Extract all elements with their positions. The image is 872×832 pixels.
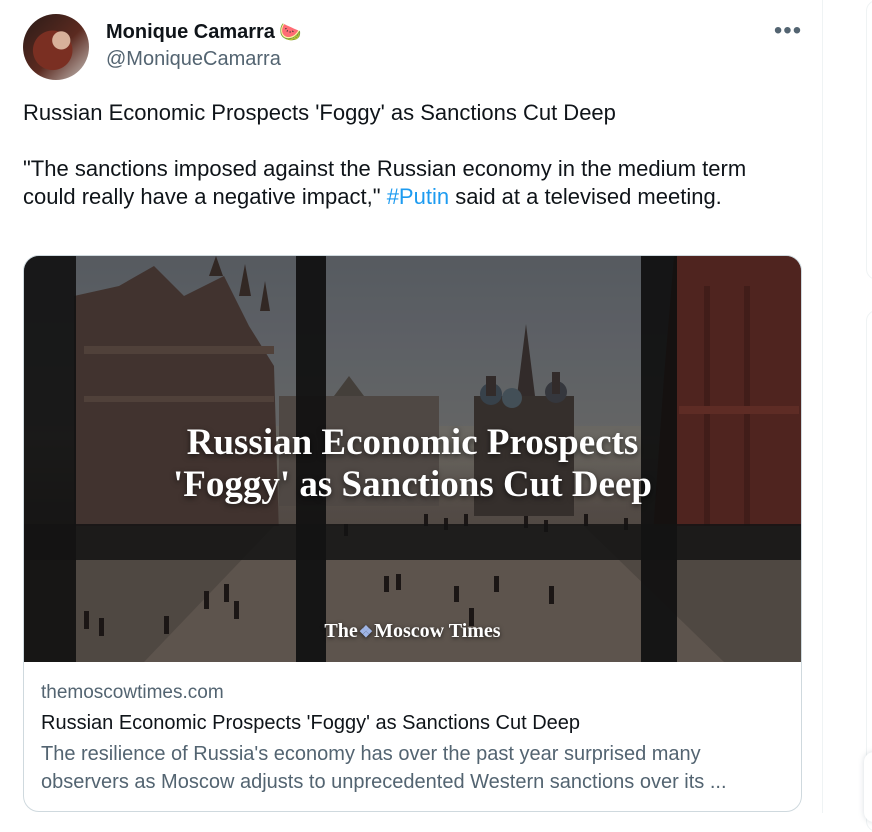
card-description: The resilience of Russia's economy has o… [41, 743, 727, 793]
card-image-headline-line1: Russian Economic Prospects [186, 422, 639, 463]
tweet-text: Russian Economic Prospects 'Foggy' as Sa… [23, 99, 793, 211]
tweet-quote: "The sanctions imposed against the Russi… [23, 155, 793, 211]
card-body[interactable]: themoscowtimes.com Russian Economic Pros… [41, 680, 786, 796]
card-image-headline: Russian Economic Prospects 'Foggy' as Sa… [24, 422, 801, 506]
link-card[interactable]: Russian Economic Prospects 'Foggy' as Sa… [23, 255, 802, 812]
messages-drawer[interactable] [864, 752, 872, 822]
tweet-article: Monique Camarra 🍉 @MoniqueCamarra ••• Rus… [0, 0, 823, 813]
logo-name: Moscow Times [374, 620, 501, 642]
card-title: Russian Economic Prospects 'Foggy' as Sa… [41, 712, 581, 734]
card-image[interactable]: Russian Economic Prospects 'Foggy' as Sa… [24, 256, 801, 662]
moscow-times-logo: The❖Moscow Times [24, 620, 801, 643]
eagle-icon: ❖ [358, 624, 374, 641]
tweet-headline-line: Russian Economic Prospects 'Foggy' as Sa… [23, 100, 616, 125]
hashtag-link-putin[interactable]: #Putin [387, 184, 449, 209]
card-domain: themoscowtimes.com [41, 682, 224, 703]
quote-after: said at a televised meeting. [449, 184, 722, 209]
watermelon-emoji-icon: 🍉 [278, 22, 302, 42]
right-sidebar [824, 0, 872, 832]
avatar[interactable] [23, 14, 89, 80]
author-handle[interactable]: @MoniqueCamarra [106, 47, 281, 71]
more-options-icon[interactable]: ••• [770, 16, 806, 46]
author-name-text[interactable]: Monique Camarra [106, 21, 275, 43]
card-image-headline-line2: 'Foggy' as Sanctions Cut Deep [173, 464, 652, 505]
logo-the: The [324, 620, 358, 642]
sidebar-panel [866, 0, 872, 280]
author-name[interactable]: Monique Camarra 🍉 [106, 20, 301, 44]
